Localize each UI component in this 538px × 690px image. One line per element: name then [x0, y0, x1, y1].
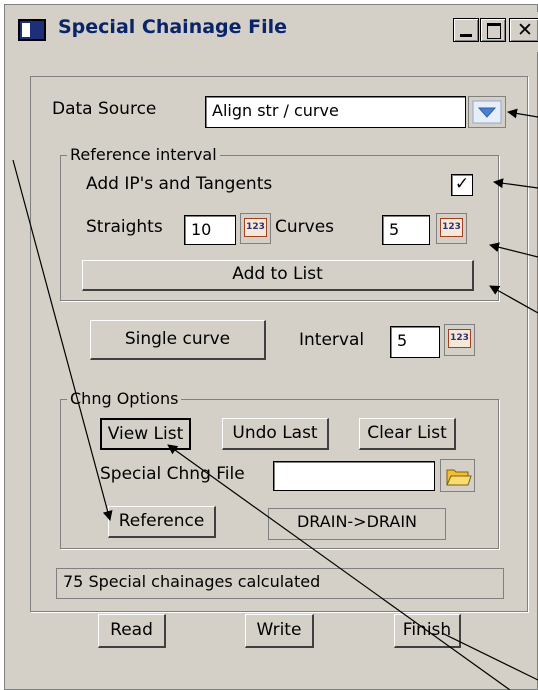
arrow-view-list	[167, 444, 511, 690]
arrow-add-ip	[493, 178, 538, 189]
arrow-curves	[489, 242, 538, 258]
arrow-reference	[12, 159, 113, 521]
arrow-data-source	[507, 108, 538, 119]
arrow-finish-line	[441, 632, 538, 681]
annotation-arrows	[12, 108, 538, 690]
arrow-add-to-list	[489, 285, 538, 314]
